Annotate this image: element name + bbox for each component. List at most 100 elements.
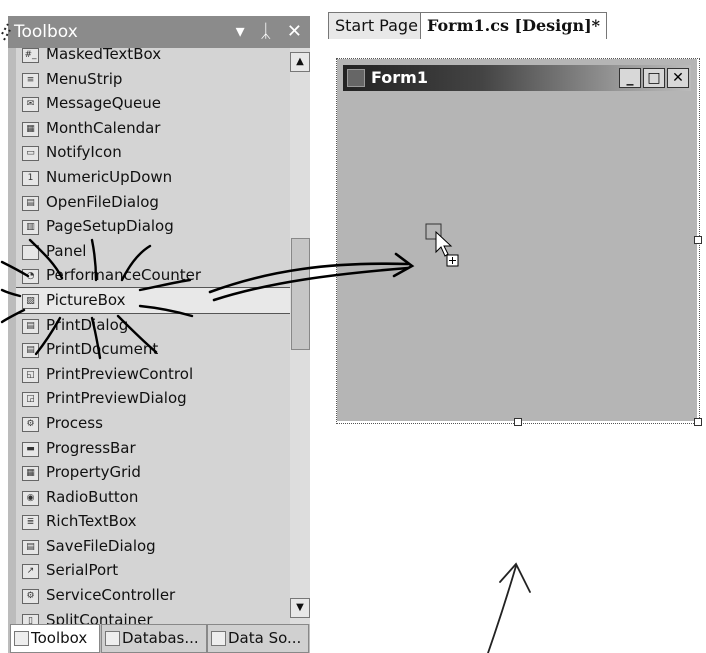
toolbox-item-label: MenuStrip [46, 69, 123, 88]
toolbox-item-label: NumericUpDown [46, 167, 173, 186]
printpreviewdialog-icon: ◲ [22, 392, 39, 408]
toolbox-item-radiobutton[interactable]: ◉ RadioButton [16, 485, 290, 510]
toolbox-item-pagesetupdialog[interactable]: ▥ PageSetupDialog [16, 214, 290, 239]
toolbox-item-numericupdown[interactable]: 1 NumericUpDown [16, 165, 290, 190]
toolbox-item-picturebox[interactable]: ▨ PictureBox [16, 286, 290, 314]
dropdown-icon[interactable]: ▾ [236, 21, 245, 42]
toolbox-item-printpreviewcontrol[interactable]: ◱ PrintPreviewControl [16, 362, 290, 387]
scroll-up-icon[interactable]: ▲ [290, 52, 310, 72]
notifyicon-icon: ▭ [22, 146, 39, 162]
close-icon[interactable]: ✕ [287, 21, 302, 42]
printpreviewcontrol-icon: ◱ [22, 367, 39, 383]
toolbox-item-label: PropertyGrid [46, 463, 141, 482]
form1-title-bar: Form1 _ □ ✕ [343, 65, 691, 91]
toolbox-item-serialport[interactable]: ↗ SerialPort [16, 558, 290, 583]
tab-form1-design[interactable]: Form1.cs [Design]* [420, 12, 608, 39]
pagesetupdialog-icon: ▥ [22, 220, 39, 236]
messagequeue-icon: ✉ [22, 97, 39, 113]
monthcalendar-icon: ▦ [22, 121, 39, 137]
tab-data-sources[interactable]: Data So... [207, 624, 309, 653]
tab-toolbox[interactable]: Toolbox [10, 624, 100, 653]
form-close-button[interactable]: ✕ [667, 68, 689, 88]
database-tab-icon [105, 631, 120, 646]
toolbox-item-servicecontroller[interactable]: ⚙ ServiceController [16, 583, 290, 608]
toolbox-item-label: Panel [46, 241, 87, 260]
toolbox-item-label: PrintDocument [46, 340, 159, 359]
toolbox-item-messagequeue[interactable]: ✉ MessageQueue [16, 91, 290, 116]
tab-databas-label: Databas... [122, 629, 199, 647]
toolbox-scrollbar[interactable]: ▲ ▼ [290, 48, 310, 640]
tab-start-page[interactable]: Start Page [328, 12, 425, 39]
toolbox-item-label: Process [46, 413, 103, 432]
toolbox-item-label: PerformanceCounter [46, 266, 201, 285]
toolbox-item-label: NotifyIcon [46, 143, 122, 162]
toolbox-bottom-tabs: Toolbox Databas... Data So... [8, 624, 310, 653]
form1-title: Form1 [371, 68, 428, 87]
toolbox-item-label: SerialPort [46, 561, 119, 580]
propertygrid-icon: ▦ [22, 466, 39, 482]
toolbox-item-label: MonthCalendar [46, 118, 161, 137]
radiobutton-icon: ◉ [22, 490, 39, 506]
printdocument-icon: ▤ [22, 343, 39, 359]
tab-data-sources-label: Data So... [228, 629, 302, 647]
process-icon: ⚙ [22, 416, 39, 432]
serialport-icon: ↗ [22, 564, 39, 580]
resize-grip-bottom[interactable] [514, 418, 522, 426]
toolbox-title: Toolbox [14, 22, 78, 42]
toolbox-item-label: MaskedTextBox [46, 48, 162, 63]
toolbox-title-bar: Toolbox ▾ ᛣ ✕ [8, 16, 310, 48]
toolbox-item-label: OpenFileDialog [46, 192, 159, 211]
resize-grip-right[interactable] [694, 236, 702, 244]
richtextbox-icon: ≣ [22, 515, 39, 531]
printdialog-icon: ▤ [22, 318, 39, 334]
document-tab-bar: Start Page Form1.cs [Design]* [322, 10, 706, 41]
resize-grip-corner[interactable] [694, 418, 702, 426]
toolbox-item-progressbar[interactable]: ▬ ProgressBar [16, 436, 290, 461]
menustrip-icon: ≡ [22, 72, 39, 88]
toolbox-item-label: RadioButton [46, 487, 139, 506]
openfiledialog-icon: ▤ [22, 195, 39, 211]
toolbox-item-label: ServiceController [46, 586, 176, 605]
masked-textbox-icon: #_ [22, 48, 39, 63]
picturebox-icon: ▨ [22, 293, 39, 309]
datasource-tab-icon [211, 631, 226, 646]
toolbox-item-menustrip[interactable]: ≡ MenuStrip [16, 67, 290, 92]
toolbox-tab-icon [14, 631, 29, 646]
toolbox-item-richtextbox[interactable]: ≣ RichTextBox [16, 509, 290, 534]
toolbox-item-monthcalendar[interactable]: ▦ MonthCalendar [16, 116, 290, 141]
toolbox-item-openfiledialog[interactable]: ▤ OpenFileDialog [16, 190, 290, 215]
toolbox-item-process[interactable]: ⚙ Process [16, 411, 290, 436]
toolbox-item-panel[interactable]: Panel [16, 239, 290, 264]
minimize-button[interactable]: _ [619, 68, 641, 88]
pin-icon[interactable]: ᛣ [260, 21, 271, 42]
toolbox-item-savefiledialog[interactable]: ▤ SaveFileDialog [16, 534, 290, 559]
scroll-down-icon[interactable]: ▼ [290, 598, 310, 618]
toolbox-item-printdocument[interactable]: ▤ PrintDocument [16, 337, 290, 362]
scroll-thumb[interactable] [291, 238, 310, 350]
toolbox-item-notifyicon[interactable]: ▭ NotifyIcon [16, 140, 290, 165]
tab-toolbox-label: Toolbox [31, 629, 88, 647]
toolbox-item-propertygrid[interactable]: ▦ PropertyGrid [16, 460, 290, 485]
toolbox-item-label: PrintDialog [46, 315, 129, 334]
panel-icon [22, 244, 39, 260]
toolbox-item-label: ProgressBar [46, 438, 136, 457]
progressbar-icon: ▬ [22, 441, 39, 457]
toolbox-item-printpreviewdialog[interactable]: ◲ PrintPreviewDialog [16, 386, 290, 411]
tab-databas[interactable]: Databas... [101, 624, 207, 653]
toolbox-item-maskedtextbox[interactable]: #_ MaskedTextBox [16, 48, 290, 67]
toolbox-item-label: RichTextBox [46, 512, 137, 531]
toolbox-item-label: PageSetupDialog [46, 217, 174, 236]
toolbox-item-label: PrintPreviewDialog [46, 389, 187, 408]
toolbox-item-label: SaveFileDialog [46, 536, 156, 555]
form-icon [347, 69, 365, 87]
toolbox-item-label: PictureBox [46, 290, 126, 309]
toolbox-item-label: PrintPreviewControl [46, 364, 194, 383]
servicecontroller-icon: ⚙ [22, 589, 39, 605]
toolbox-item-performancecounter[interactable]: ◔ PerformanceCounter [16, 263, 290, 288]
maximize-button[interactable]: □ [643, 68, 665, 88]
toolbox-panel: Toolbox ▾ ᛣ ✕ #_ MaskedTextBox ≡ MenuStrip ✉… [8, 16, 310, 653]
numericupdown-icon: 1 [22, 170, 39, 186]
form1-window[interactable]: Form1 _ □ ✕ [337, 59, 697, 421]
performancecounter-icon: ◔ [22, 269, 39, 285]
toolbox-item-printdialog[interactable]: ▤ PrintDialog [16, 313, 290, 338]
